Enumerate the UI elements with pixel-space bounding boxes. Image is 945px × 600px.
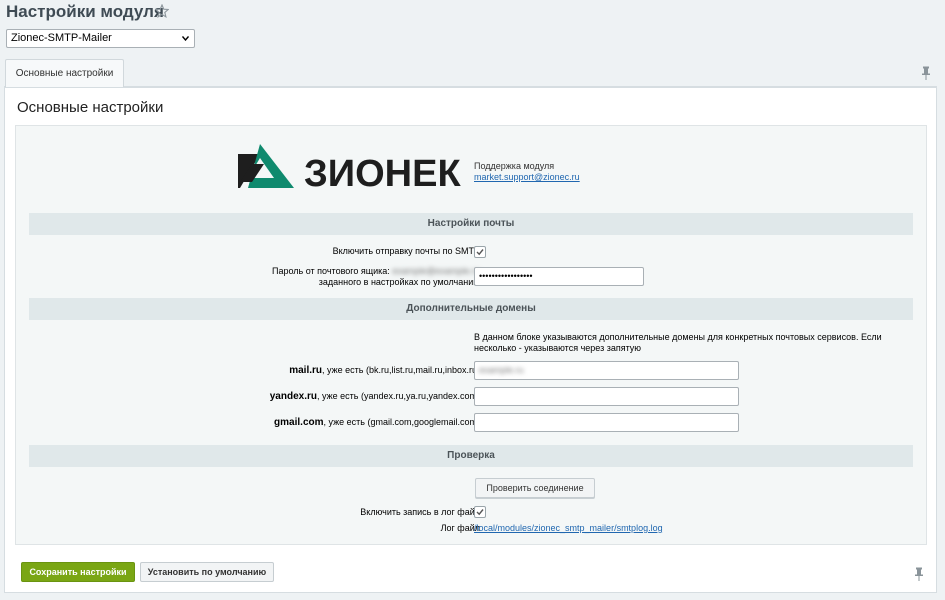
smtp-checkbox[interactable] [474,246,486,258]
check-connection-button[interactable]: Проверить соединение [475,478,595,498]
password-label-line1: Пароль от почтового ящика: [272,266,390,276]
module-select[interactable]: Zionec-SMTP-Mailer [6,29,195,48]
smtp-label: Включить отправку почты по SMTP [332,246,480,256]
logo-text: ЗИОНЕК [304,153,461,192]
tab-main-settings[interactable]: Основные настройки [5,59,124,87]
yandex-label-bold: yandex.ru [269,391,317,402]
chevron-down-icon [182,36,189,41]
star-icon[interactable] [155,4,169,18]
settings-panel: Основные настройки ЗИОНЕК Поддержка моду… [4,87,937,593]
support-block: Поддержка модуля market.support@zionec.r… [474,161,580,183]
mail-ru-label-bold: mail.ru [289,365,323,376]
yandex-label: yandex.ru, уже есть (yandex.ru,ya.ru,yan… [270,391,480,402]
gmail-label-bold: gmail.com [274,417,324,428]
logfile-link[interactable]: /local/modules/zionec_smtp_mailer/smtplo… [474,523,663,533]
mail-ru-label-rest: , уже есть (bk.ru,list.ru,mail.ru,inbox.… [322,365,480,375]
log-checkbox[interactable] [474,506,486,518]
mail-ru-domains-value: example.ru [479,365,524,375]
section-title: Основные настройки [17,99,164,116]
pin-icon[interactable] [921,66,931,80]
mail-settings-heading: Настройки почты [29,213,913,235]
gmail-label-rest: , уже есть (gmail.com,googlemail.com) [323,417,480,427]
gmail-label: gmail.com, уже есть (gmail.com,googlemai… [274,417,480,428]
domains-heading: Дополнительные домены [29,298,913,320]
check-heading: Проверка [29,445,913,467]
log-label: Включить запись в лог файл [360,507,480,517]
reset-default-button[interactable]: Установить по умолчанию [140,562,274,582]
mail-ru-domains-input[interactable]: example.ru [474,361,739,380]
settings-form: ЗИОНЕК Поддержка модуля market.support@z… [15,125,927,545]
yandex-domains-input[interactable] [474,387,739,406]
page-title: Настройки модуля [6,2,164,21]
password-label: Пароль от почтового ящика: example@examp… [272,266,480,288]
domains-hint: В данном блоке указываются дополнительны… [474,332,882,353]
password-field[interactable]: ••••••••••••••••• [474,267,644,286]
module-select-value: Zionec-SMTP-Mailer [11,32,112,44]
yandex-label-rest: , уже есть (yandex.ru,ya.ru,yandex.com) [317,391,480,401]
save-button[interactable]: Сохранить настройки [21,562,135,582]
support-email-link[interactable]: market.support@zionec.ru [474,172,580,182]
password-label-line2: заданного в настройках по умолчанию [318,277,480,287]
check-icon [476,509,484,516]
password-label-email: example@example.ru [392,266,480,276]
check-icon [476,249,484,256]
tab-bar: Основные настройки [4,59,937,87]
pin-icon[interactable] [914,567,924,581]
mail-ru-label: mail.ru, уже есть (bk.ru,list.ru,mail.ru… [289,365,480,376]
gmail-domains-input[interactable] [474,413,739,432]
support-label: Поддержка модуля [474,161,555,171]
zionec-logo: ЗИОНЕК [238,144,461,192]
